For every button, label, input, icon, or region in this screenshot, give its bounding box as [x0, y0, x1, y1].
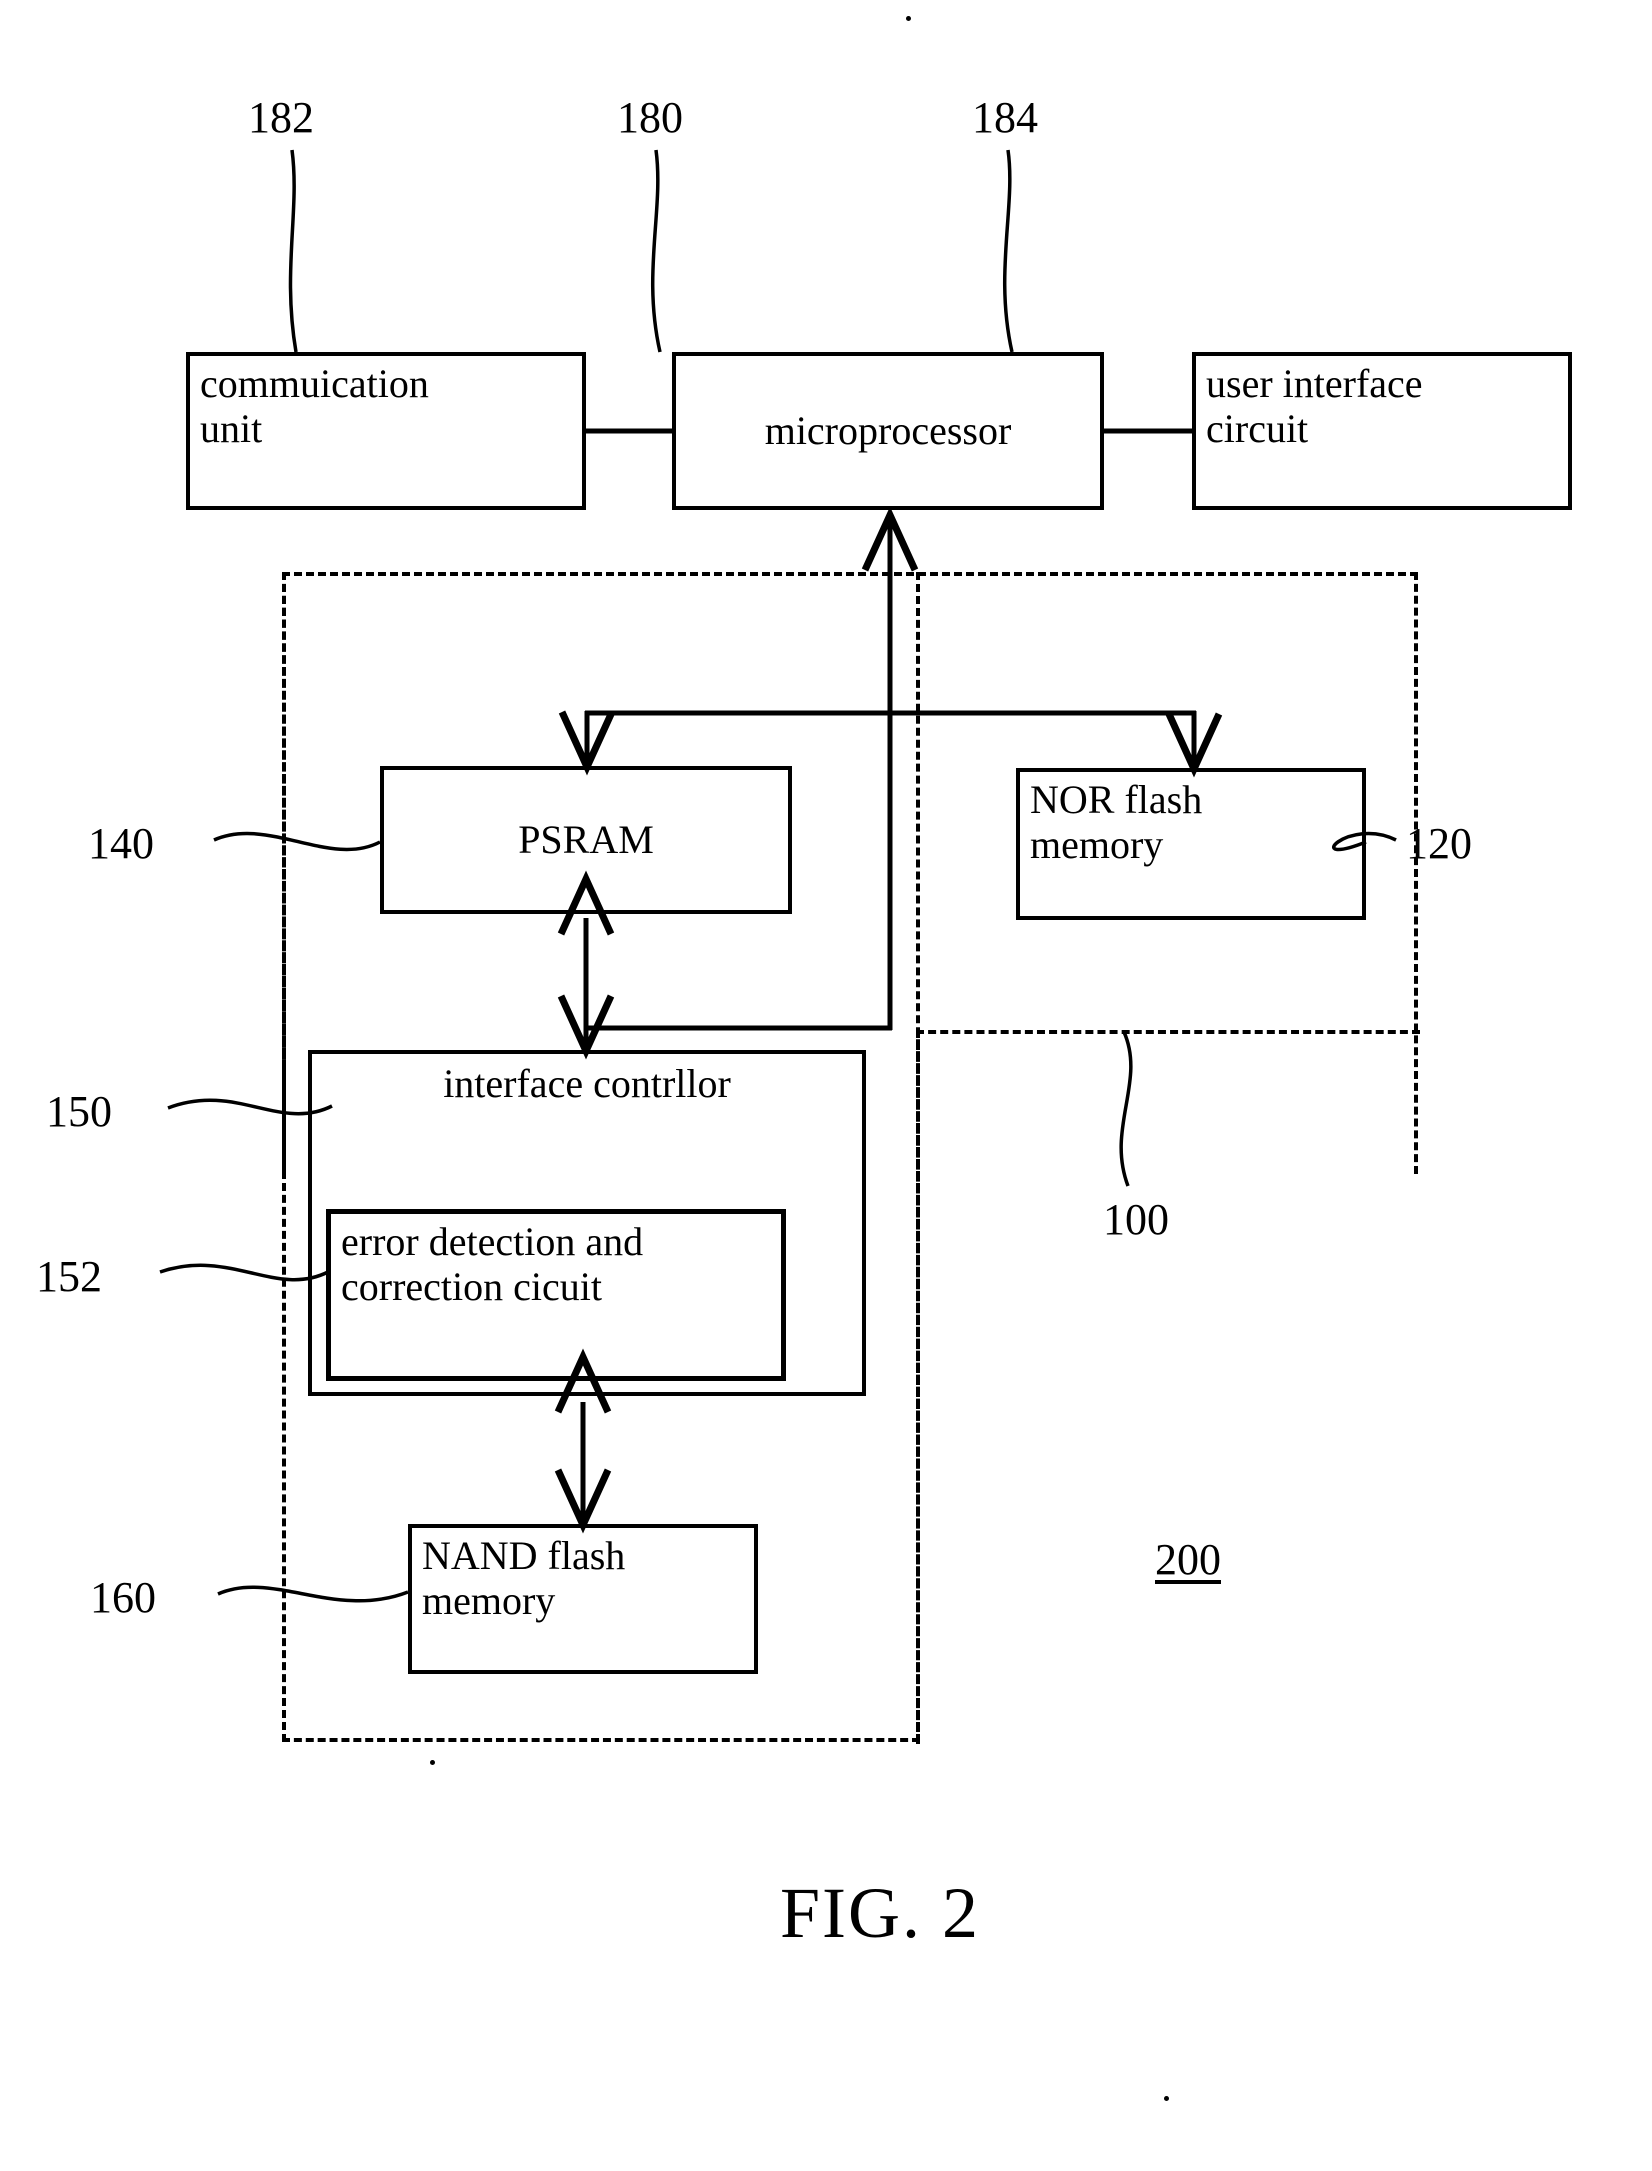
- user-interface-circuit-label-line1: user interface: [1206, 361, 1423, 406]
- nand-flash-memory-label-line2: memory: [422, 1577, 556, 1623]
- reference-numeral-160: 160: [90, 1573, 156, 1622]
- patent-figure-page: 182 180 184 140 120 150 152 160 100 200 …: [0, 0, 1652, 2171]
- leader-184: [1002, 149, 1014, 353]
- reference-numeral-100: 100: [1103, 1195, 1169, 1244]
- block-communication-unit[interactable]: commuication unit: [186, 352, 586, 510]
- leader-182: [288, 149, 298, 353]
- dashed-region-200-right-edge: [916, 1030, 920, 1744]
- microprocessor-label: microprocessor: [764, 407, 1012, 453]
- reference-numeral-150: 150: [46, 1087, 112, 1136]
- edc-label-line1: error detection and: [341, 1219, 644, 1264]
- reference-numeral-152: 152: [36, 1252, 102, 1301]
- communication-unit-label-line2: unit: [200, 405, 263, 451]
- nor-flash-memory-label-line1: NOR flash: [1030, 777, 1203, 822]
- reference-numeral-180: 180: [617, 93, 683, 142]
- block-user-interface-circuit[interactable]: user interface circuit: [1192, 352, 1572, 510]
- leader-180: [650, 149, 662, 353]
- scan-artifact-dot-mid: [430, 1760, 435, 1765]
- reference-numeral-184: 184: [972, 93, 1038, 142]
- reference-numeral-182: 182: [248, 93, 314, 142]
- block-psram[interactable]: PSRAM: [380, 766, 792, 914]
- dashed-region-100-lower-edge: [916, 1030, 1420, 1176]
- block-error-detection-correction-circuit[interactable]: error detection and correction cicuit: [326, 1209, 786, 1381]
- block-nand-flash-memory[interactable]: NAND flash memory: [408, 1524, 758, 1674]
- scan-artifact-dot-top: [906, 16, 911, 21]
- interface-controller-label: interface contrllor: [443, 1061, 731, 1106]
- nand-flash-memory-label-line1: NAND flash: [422, 1533, 626, 1578]
- block-microprocessor[interactable]: microprocessor: [672, 352, 1104, 510]
- figure-caption: FIG. 2: [780, 1873, 981, 1953]
- block-nor-flash-memory[interactable]: NOR flash memory: [1016, 768, 1366, 920]
- nor-flash-memory-label-line2: memory: [1030, 821, 1164, 867]
- communication-unit-label-line1: commuication: [200, 361, 429, 406]
- user-interface-circuit-label-line2: circuit: [1206, 405, 1309, 451]
- scan-artifact-dot-bottom: [1164, 2096, 1169, 2101]
- psram-label: PSRAM: [518, 816, 654, 862]
- edc-label-line2: correction cicuit: [341, 1263, 602, 1309]
- reference-numeral-200: 200: [1155, 1535, 1221, 1584]
- reference-numeral-140: 140: [88, 819, 154, 868]
